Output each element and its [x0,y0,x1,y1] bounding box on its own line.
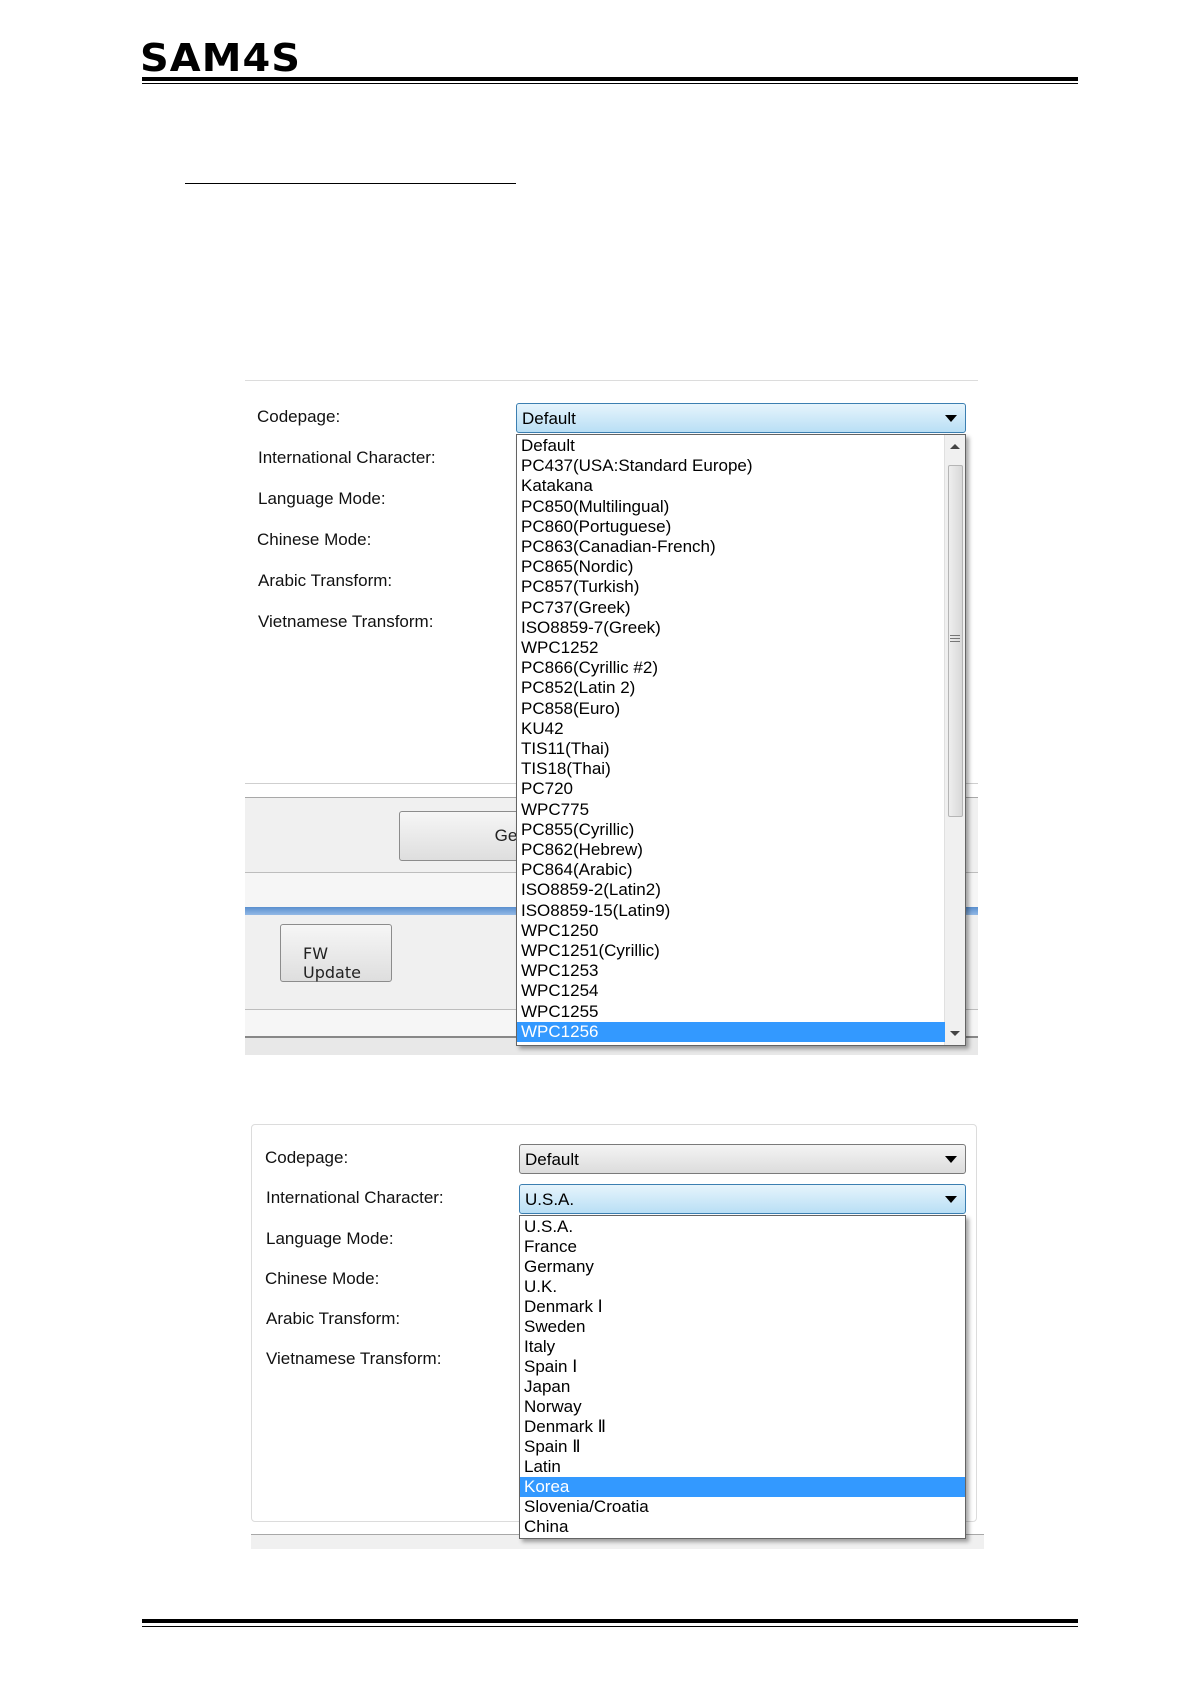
vietnamese-transform-label: Vietnamese Transform: [266,1349,442,1368]
dropdown-option[interactable]: PC857(Turkish) [517,577,945,597]
dropdown-option[interactable]: WPC1254 [517,981,945,1001]
dropdown-option[interactable]: PC720 [517,779,945,799]
dropdown-option[interactable]: Korea [520,1477,965,1497]
dropdown-option[interactable]: Denmark Ⅰ [520,1297,965,1317]
dropdown-option[interactable]: China [520,1517,965,1537]
international-character-dropdown-screenshot: Codepage: International Character: Langu… [251,1124,984,1549]
dropdown-option[interactable]: WPC1250 [517,921,945,941]
international-character-label: International Character: [258,448,436,467]
codepage-label: Codepage: [257,407,341,426]
codepage-combobox[interactable]: Default [516,403,966,433]
dropdown-option[interactable]: WPC1253 [517,961,945,981]
codepage-value: Default [525,1150,579,1169]
dropdown-option[interactable]: Germany [520,1257,965,1277]
dropdown-option[interactable]: Japan [520,1377,965,1397]
chevron-down-icon [945,1196,957,1203]
dropdown-option[interactable]: WPC1251(Cyrillic) [517,941,945,961]
codepage-dropdown-screenshot: Codepage: International Character: Langu… [245,380,978,1055]
codepage-combobox[interactable]: Default [519,1144,966,1174]
dropdown-option[interactable]: KU42 [517,719,945,739]
language-mode-label: Language Mode: [258,489,386,508]
footer-rule [142,1619,1078,1623]
fw-update-button[interactable]: FW Update [280,924,392,982]
dropdown-option[interactable]: U.K. [520,1277,965,1297]
scroll-down-icon[interactable] [950,1031,960,1036]
chinese-mode-label: Chinese Mode: [265,1269,380,1288]
dropdown-option[interactable]: Default [517,436,945,456]
international-character-combobox[interactable]: U.S.A. [519,1184,966,1214]
header-rule [142,77,1078,81]
dropdown-option[interactable]: PC860(Portuguese) [517,517,945,537]
arabic-transform-label: Arabic Transform: [266,1309,401,1328]
dropdown-option[interactable]: PC862(Hebrew) [517,840,945,860]
dropdown-option[interactable]: Spain Ⅰ [520,1357,965,1377]
arabic-transform-label: Arabic Transform: [258,571,393,590]
dropdown-option[interactable]: PC865(Nordic) [517,557,945,577]
dropdown-option[interactable]: TIS11(Thai) [517,739,945,759]
dropdown-option[interactable]: ISO8859-15(Latin9) [517,901,945,921]
dropdown-option[interactable]: U.S.A. [520,1217,965,1237]
chevron-down-icon [945,415,957,422]
grip-icon [950,635,960,636]
dropdown-option[interactable]: PC855(Cyrillic) [517,820,945,840]
dropdown-option[interactable]: France [520,1237,965,1257]
dropdown-option[interactable]: PC866(Cyrillic #2) [517,658,945,678]
international-character-value: U.S.A. [525,1190,575,1209]
dropdown-option[interactable]: PC863(Canadian-French) [517,537,945,557]
dropdown-option[interactable]: PC737(Greek) [517,598,945,618]
dropdown-option[interactable]: PC864(Arabic) [517,860,945,880]
dropdown-option[interactable]: Spain Ⅱ [520,1437,965,1457]
dropdown-option[interactable]: WPC1252 [517,638,945,658]
get-button[interactable]: Get [399,811,529,861]
dropdown-option[interactable]: WPC775 [517,800,945,820]
dropdown-option[interactable]: Italy [520,1337,965,1357]
international-character-dropdown-list[interactable]: U.S.A. France Germany U.K. Denmark Ⅰ Sweden It… [519,1215,966,1539]
dropdown-option[interactable]: ISO8859-7(Greek) [517,618,945,638]
dropdown-option[interactable]: Sweden [520,1317,965,1337]
codepage-label: Codepage: [265,1148,349,1167]
dropdown-option[interactable]: WPC1256 [517,1021,945,1042]
footer-rule-thin [142,1626,1078,1627]
brand-logo: SAM4S [140,36,302,80]
chevron-down-icon [945,1156,957,1163]
dropdown-option[interactable]: PC437(USA:Standard Europe) [517,456,945,476]
vietnamese-transform-label: Vietnamese Transform: [258,612,434,631]
dropdown-option[interactable]: PC852(Latin 2) [517,678,945,698]
codepage-dropdown-list[interactable]: Default PC437(USA:Standard Europe) Katakan… [516,434,966,1046]
chinese-mode-label: Chinese Mode: [257,530,372,549]
dropdown-option[interactable]: Slovenia/Croatia [520,1497,965,1517]
dropdown-option[interactable]: WPC1255 [517,1002,945,1022]
codepage-scrollbar[interactable] [944,435,965,1045]
dropdown-option[interactable]: Latin [520,1457,965,1477]
language-mode-label: Language Mode: [266,1229,394,1248]
dropdown-option[interactable]: PC858(Euro) [517,699,945,719]
dropdown-option[interactable]: Katakana [517,476,945,496]
international-character-label: International Character: [266,1188,444,1207]
dropdown-option[interactable]: Norway [520,1397,965,1417]
section-heading-underline [185,183,516,184]
dropdown-option[interactable]: ISO8859-2(Latin2) [517,880,945,900]
dropdown-option[interactable]: PC850(Multilingual) [517,497,945,517]
codepage-value: Default [522,409,576,428]
header-rule-thin [142,83,1078,84]
dropdown-option[interactable]: Denmark Ⅱ [520,1417,965,1437]
dropdown-option[interactable]: TIS18(Thai) [517,759,945,779]
scroll-up-icon[interactable] [950,444,960,449]
